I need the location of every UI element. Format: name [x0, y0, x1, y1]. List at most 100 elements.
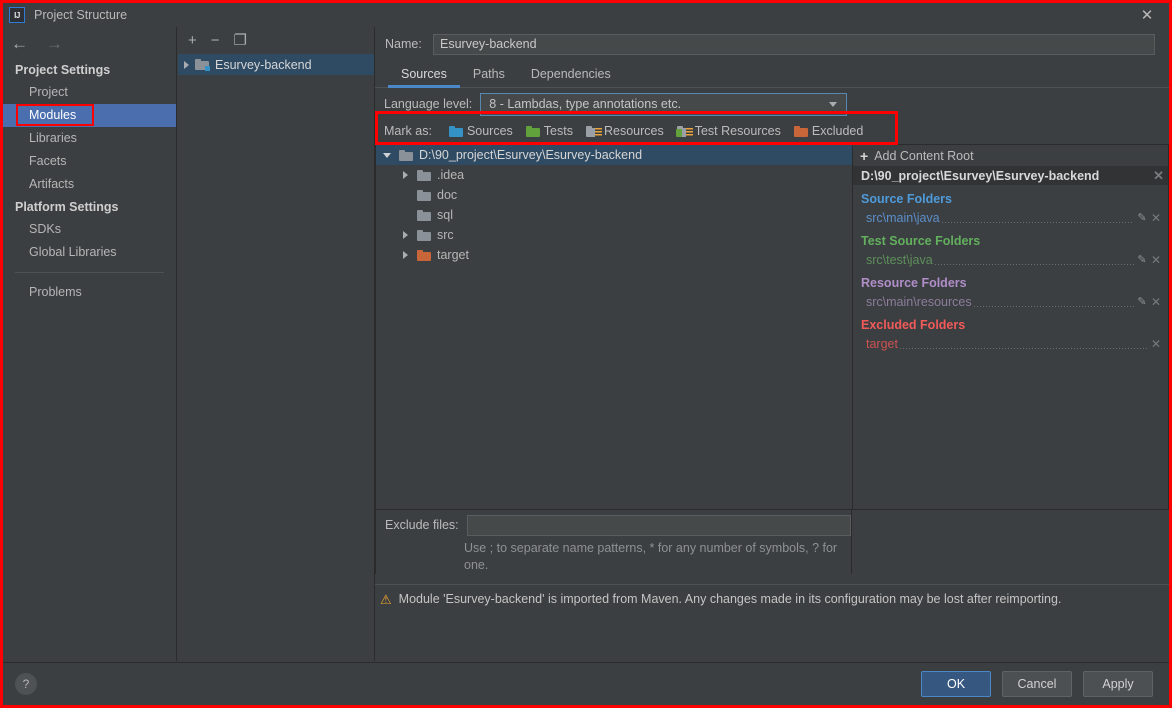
expand-triangle-icon[interactable]: [399, 251, 411, 259]
project-structure-dialog: IJ Project Structure ✕ ← → Project Setti…: [0, 0, 1172, 708]
language-level-value: 8 - Lambdas, type annotations etc.: [489, 97, 682, 111]
section-title-test-source-folders: Test Source Folders: [861, 234, 981, 248]
tab-dependencies[interactable]: Dependencies: [518, 67, 624, 87]
remove-folder-icon[interactable]: ✕: [1149, 295, 1163, 309]
module-editor: Name: Esurvey-backend Sources Paths Depe…: [375, 27, 1169, 661]
language-level-row: Language level: 8 - Lambdas, type annota…: [375, 88, 1169, 120]
modules-list-panel: + − ❐ Esurvey-backend: [178, 27, 375, 661]
chevron-down-icon: [829, 102, 838, 107]
folder-entry[interactable]: src\main\resources ✎ ✕: [853, 292, 1168, 311]
content-root-header: D:\90_project\Esurvey\Esurvey-backend ✕: [853, 166, 1168, 185]
edit-pencil-icon[interactable]: ✎: [1135, 211, 1149, 224]
exclude-files-hint: Use ; to separate name patterns, * for a…: [464, 541, 838, 572]
mark-as-label: Mark as:: [384, 124, 432, 138]
tree-row[interactable]: doc: [376, 185, 852, 205]
folder-entry[interactable]: target ✕: [853, 334, 1168, 353]
edit-pencil-icon[interactable]: ✎: [1135, 253, 1149, 266]
remove-folder-icon[interactable]: ✕: [1149, 337, 1163, 351]
module-folder-icon: [195, 59, 210, 71]
add-module-icon[interactable]: +: [188, 33, 197, 48]
mark-as-sources[interactable]: Sources: [448, 124, 513, 138]
language-level-select[interactable]: 8 - Lambdas, type annotations etc.: [480, 92, 848, 116]
mark-as-excluded[interactable]: Excluded: [793, 124, 863, 138]
module-name-input[interactable]: Esurvey-backend: [433, 33, 1155, 55]
mark-as-sources-label: Sources: [466, 124, 513, 138]
title-bar: IJ Project Structure ✕: [3, 3, 1169, 27]
module-tabs: Sources Paths Dependencies: [375, 61, 1169, 88]
tree-row[interactable]: src: [376, 225, 852, 245]
folder-entry-path: target: [866, 336, 898, 351]
sidebar-item-artifacts[interactable]: Artifacts: [3, 173, 176, 196]
back-arrow-icon[interactable]: ←: [11, 35, 28, 52]
help-icon[interactable]: ?: [15, 673, 37, 695]
remove-content-root-icon[interactable]: ✕: [1153, 168, 1164, 184]
sources-split: D:\90_project\Esurvey\Esurvey-backend .i…: [375, 144, 1169, 510]
sidebar-item-sdks[interactable]: SDKs: [3, 218, 176, 241]
module-name-row: Name: Esurvey-backend: [375, 27, 1169, 61]
remove-folder-icon[interactable]: ✕: [1149, 253, 1163, 267]
folder-icon: [417, 229, 431, 241]
tree-row-label: doc: [437, 188, 458, 202]
settings-sidebar: ← → Project Settings Project Modules Lib…: [3, 27, 177, 661]
copy-module-icon[interactable]: ❐: [234, 33, 247, 48]
maven-warning: ⚠ Module 'Esurvey-backend' is imported f…: [375, 585, 1169, 606]
folder-entry-path: src\test\java: [866, 252, 933, 267]
sidebar-item-modules[interactable]: Modules: [3, 104, 176, 127]
tree-row[interactable]: target: [376, 245, 852, 265]
exclude-files-section: Exclude files: Use ; to separate name pa…: [375, 510, 852, 574]
dialog-footer: ? OK Cancel Apply: [3, 662, 1169, 705]
expand-triangle-icon[interactable]: [399, 171, 411, 179]
add-content-root-button[interactable]: + Add Content Root: [853, 145, 1168, 166]
mark-as-resources-label: Resources: [603, 124, 664, 138]
tree-row[interactable]: .idea: [376, 165, 852, 185]
folder-entry[interactable]: src\main\java ✎ ✕: [853, 208, 1168, 227]
dotted-leader: [972, 296, 1134, 308]
section-title-resource-folders: Resource Folders: [861, 276, 967, 290]
module-list-item[interactable]: Esurvey-backend: [178, 54, 374, 75]
sidebar-item-problems[interactable]: Problems: [3, 281, 176, 304]
folder-icon: [417, 209, 431, 221]
ok-button[interactable]: OK: [921, 671, 991, 697]
folder-icon: [417, 169, 431, 181]
exclude-files-row: Exclude files:: [376, 510, 851, 540]
edit-pencil-icon[interactable]: ✎: [1135, 295, 1149, 308]
folder-icon: [399, 149, 413, 161]
exclude-files-input[interactable]: [466, 514, 851, 536]
modules-toolbar: + − ❐: [178, 27, 374, 54]
tab-sources[interactable]: Sources: [388, 67, 460, 88]
tree-row[interactable]: D:\90_project\Esurvey\Esurvey-backend: [376, 145, 852, 165]
sidebar-nav-arrows: ← →: [3, 27, 176, 59]
language-level-label: Language level:: [384, 97, 473, 111]
tree-row[interactable]: sql: [376, 205, 852, 225]
add-content-root-label: Add Content Root: [874, 148, 974, 163]
sidebar-item-facets[interactable]: Facets: [3, 150, 176, 173]
sidebar-group-platform-settings: Platform Settings: [15, 200, 119, 214]
window-title: Project Structure: [34, 8, 128, 22]
mark-as-tests[interactable]: Tests: [525, 124, 573, 138]
module-name-label: Name:: [385, 37, 422, 51]
module-list-item-label: Esurvey-backend: [215, 57, 312, 72]
expand-triangle-icon[interactable]: [399, 231, 411, 239]
resources-folder-icon: [585, 125, 602, 137]
section-title-excluded-folders: Excluded Folders: [861, 318, 966, 332]
close-icon[interactable]: ✕: [1125, 3, 1169, 27]
cancel-button[interactable]: Cancel: [1002, 671, 1072, 697]
remove-folder-icon[interactable]: ✕: [1149, 211, 1163, 225]
sidebar-item-project[interactable]: Project: [3, 81, 176, 104]
apply-button[interactable]: Apply: [1083, 671, 1153, 697]
folder-entry-path: src\main\resources: [866, 294, 972, 309]
folder-entry[interactable]: src\test\java ✎ ✕: [853, 250, 1168, 269]
content-file-tree[interactable]: D:\90_project\Esurvey\Esurvey-backend .i…: [375, 144, 852, 510]
mark-as-test-resources[interactable]: Test Resources: [675, 124, 781, 138]
content-root-path: D:\90_project\Esurvey\Esurvey-backend: [861, 168, 1100, 183]
mark-as-resources[interactable]: Resources: [585, 124, 664, 138]
forward-arrow-icon[interactable]: →: [46, 35, 63, 52]
expand-triangle-icon[interactable]: [184, 60, 189, 69]
dotted-leader: [940, 212, 1134, 224]
remove-module-icon[interactable]: −: [211, 33, 220, 48]
content-root-detail: + Add Content Root D:\90_project\Esurvey…: [852, 144, 1169, 510]
tab-paths[interactable]: Paths: [460, 67, 518, 87]
sidebar-item-libraries[interactable]: Libraries: [3, 127, 176, 150]
sidebar-item-global-libraries[interactable]: Global Libraries: [3, 241, 176, 264]
collapse-triangle-icon[interactable]: [381, 152, 393, 158]
